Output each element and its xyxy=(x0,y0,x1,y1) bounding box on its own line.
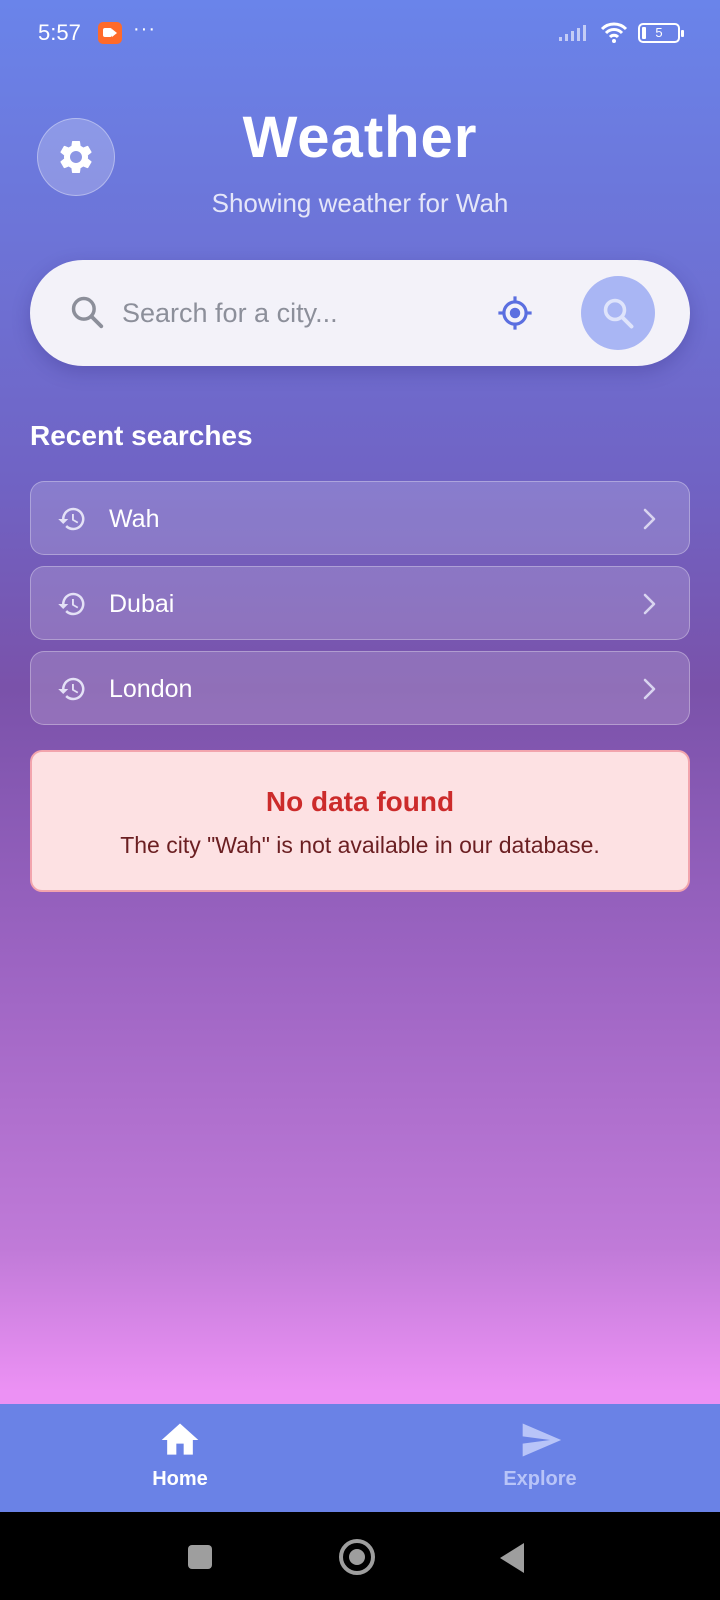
page-subtitle: Showing weather for Wah xyxy=(211,188,509,218)
signal-icon xyxy=(559,25,586,41)
error-message: The city "Wah" is not available in our d… xyxy=(120,832,600,858)
wifi-icon xyxy=(600,22,628,43)
search-icon xyxy=(603,298,634,329)
status-bar: 5:57 ··· 5 xyxy=(0,0,720,70)
recent-search-label: Dubai xyxy=(109,590,175,618)
search-bar xyxy=(30,260,690,366)
recent-searches-list: Wah Dubai London xyxy=(30,481,690,736)
recent-search-item[interactable]: London xyxy=(30,651,690,725)
battery-icon: 5 xyxy=(638,23,684,43)
back-button[interactable] xyxy=(500,1543,524,1573)
nav-item-home[interactable]: Home xyxy=(80,1404,280,1512)
current-location-button[interactable] xyxy=(492,290,538,336)
recent-search-label: Wah xyxy=(109,505,160,533)
system-navigation-bar xyxy=(0,1512,720,1600)
search-input[interactable] xyxy=(122,290,502,336)
chevron-right-icon xyxy=(639,506,659,537)
nav-label-explore: Explore xyxy=(503,1468,577,1490)
search-icon xyxy=(68,293,106,336)
nav-label-home: Home xyxy=(152,1468,208,1490)
bottom-navigation: Home Explore xyxy=(0,1404,720,1512)
history-icon xyxy=(57,674,87,709)
status-icons: 5 xyxy=(558,22,684,44)
status-time: 5:57 xyxy=(38,20,81,45)
recents-button[interactable] xyxy=(188,1545,212,1569)
chevron-right-icon xyxy=(639,591,659,622)
home-button[interactable] xyxy=(339,1539,375,1575)
error-card: No data found The city "Wah" is not avai… xyxy=(30,750,690,892)
recent-searches-heading: Recent searches xyxy=(30,420,253,451)
error-title: No data found xyxy=(265,786,455,817)
send-icon xyxy=(518,1418,564,1467)
screen-record-icon xyxy=(98,22,122,44)
history-icon xyxy=(57,589,87,624)
home-icon xyxy=(158,1418,202,1467)
chevron-right-icon xyxy=(639,676,659,707)
location-crosshair-icon xyxy=(498,296,532,330)
recent-search-label: London xyxy=(109,675,193,703)
recent-search-item[interactable]: Wah xyxy=(30,481,690,555)
search-submit-button[interactable] xyxy=(581,276,655,350)
more-notifications-icon: ··· xyxy=(133,18,156,40)
nav-item-explore[interactable]: Explore xyxy=(440,1404,640,1512)
page-title: Weather xyxy=(242,105,478,170)
history-icon xyxy=(57,504,87,539)
recent-search-item[interactable]: Dubai xyxy=(30,566,690,640)
battery-level: 5 xyxy=(655,25,663,40)
